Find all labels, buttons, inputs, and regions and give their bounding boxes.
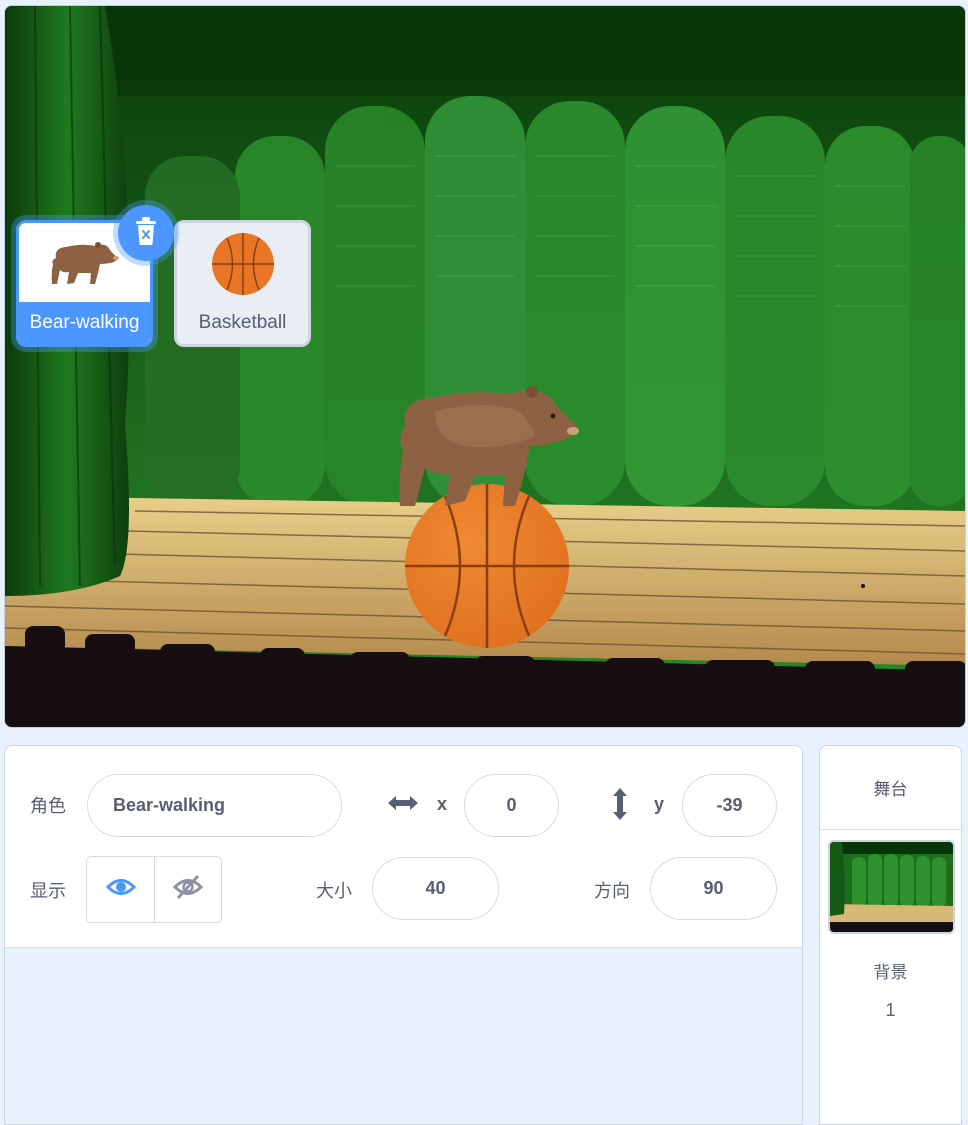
size-input[interactable]: 40 [372, 857, 499, 920]
direction-input[interactable]: 90 [650, 857, 777, 920]
stage-thumbnail[interactable] [828, 840, 955, 934]
trash-icon [133, 216, 159, 251]
stage-scene [5, 6, 965, 727]
backdrop-count: 1 [885, 1000, 896, 1020]
horizontal-arrows-icon [386, 792, 420, 819]
sprite-tile-label: Bear-walking [19, 302, 150, 344]
eye-icon [105, 876, 136, 903]
sprite-tile-label: Basketball [198, 312, 287, 333]
sprite-info-panel: 角色 Bear-walking x 0 y -39 显示 大小 40 方向 90 [4, 745, 803, 1125]
sprite-properties: 角色 Bear-walking x 0 y -39 显示 大小 40 方向 90 [5, 746, 802, 948]
show-button[interactable] [87, 857, 154, 922]
stage-header: 舞台 [820, 746, 961, 830]
backdrop-label: 背景 [873, 963, 908, 983]
sprite-tile-basketball[interactable]: Basketball [174, 220, 311, 347]
visibility-toggle [86, 856, 222, 923]
show-label: 显示 [30, 881, 66, 902]
delete-sprite-button[interactable] [118, 205, 174, 261]
stage-selector[interactable]: 舞台 背景 1 [819, 745, 962, 1125]
size-label: 大小 [316, 881, 352, 902]
y-input[interactable]: -39 [682, 774, 777, 837]
direction-label: 方向 [594, 881, 630, 902]
vertical-arrows-icon [609, 786, 631, 827]
stage-canvas[interactable] [4, 5, 966, 728]
basketball-sprite[interactable] [405, 484, 569, 648]
hide-button[interactable] [154, 857, 221, 922]
sprite-list [5, 948, 802, 1124]
x-label: x [437, 794, 448, 814]
sprite-name-label: 角色 [30, 796, 66, 817]
x-input[interactable]: 0 [464, 774, 559, 837]
y-label: y [654, 794, 665, 814]
sprite-name-input[interactable]: Bear-walking [87, 774, 342, 837]
eye-slash-icon [172, 874, 204, 905]
basketball-icon [177, 223, 308, 305]
